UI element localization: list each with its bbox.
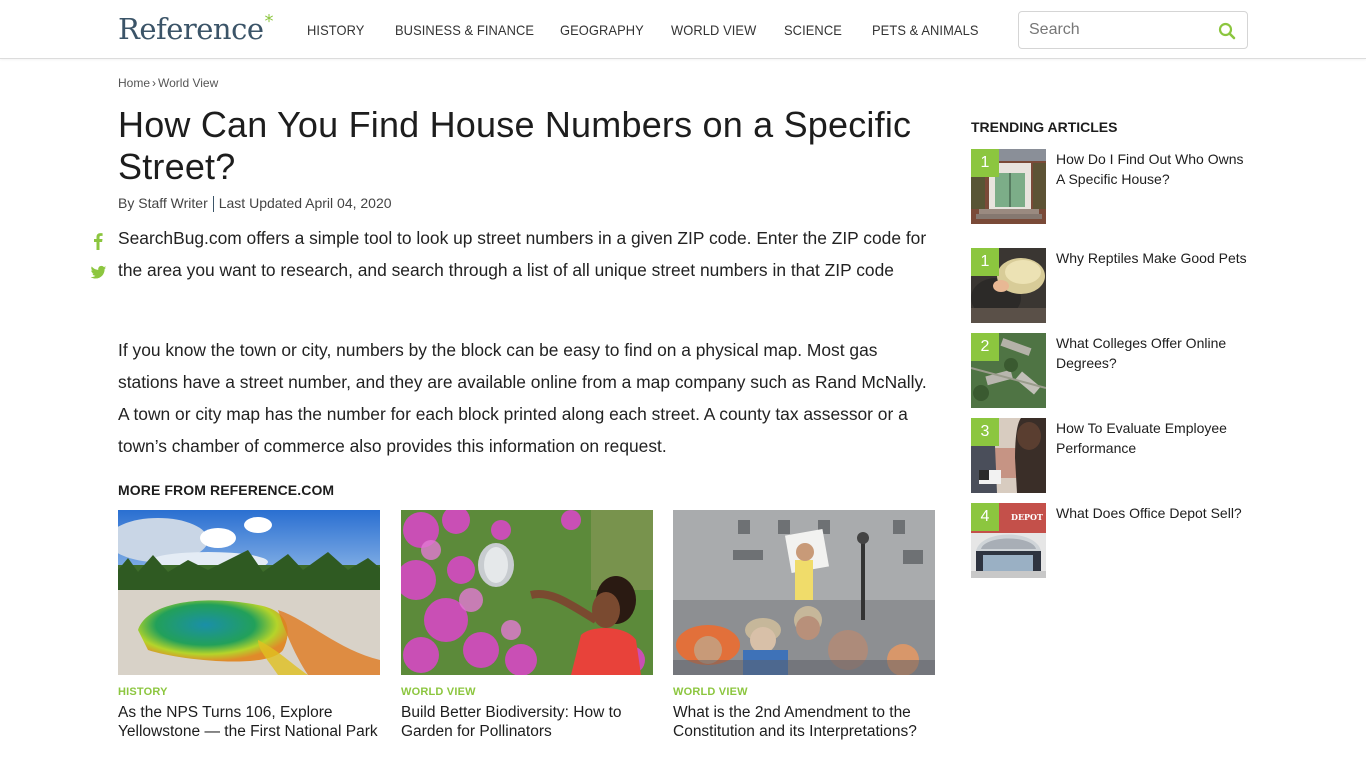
svg-text:DEPOT: DEPOT (1011, 512, 1043, 522)
article-paragraph: If you know the town or city, numbers by… (118, 340, 927, 456)
breadcrumb-home[interactable]: Home (118, 76, 150, 90)
page-title: How Can You Find House Numbers on a Spec… (118, 104, 912, 187)
byline: By Staff Writer Last Updated April 04, 20… (118, 195, 392, 213)
trending-title[interactable]: What Does Office Depot Sell? (1056, 503, 1251, 523)
card-title[interactable]: Build Better Biodiversity: How to Garden… (401, 703, 653, 741)
nav-science[interactable]: SCIENCE (784, 22, 842, 38)
card-category[interactable]: WORLD VIEW (673, 686, 935, 698)
author: By Staff Writer (118, 195, 208, 211)
more-from-heading: MORE FROM REFERENCE.COM (118, 482, 335, 498)
trending-item[interactable]: 1 Why Reptiles Make Good Pets (971, 248, 1251, 324)
nav-geography[interactable]: GEOGRAPHY (560, 22, 644, 38)
card-title[interactable]: What is the 2nd Amendment to the Constit… (673, 703, 935, 741)
card-title[interactable]: As the NPS Turns 106, Explore Yellowston… (118, 703, 380, 741)
trending-title[interactable]: How To Evaluate Employee Performance (1056, 418, 1251, 458)
trending-rank-badge: 3 (971, 418, 999, 446)
logo-text[interactable]: Reference (118, 12, 264, 46)
breadcrumb: Home › World View (118, 76, 218, 90)
byline-divider (212, 196, 214, 213)
logo-star-icon: * (264, 11, 274, 32)
more-card[interactable]: WORLD VIEW What is the 2nd Amendment to … (673, 510, 935, 741)
trending-item[interactable]: 2 What Colleges Offer Online Degrees? (971, 333, 1251, 409)
rally-image[interactable] (673, 510, 935, 675)
more-card[interactable]: HISTORY As the NPS Turns 106, Explore Ye… (118, 510, 380, 741)
trending-heading: TRENDING ARTICLES (971, 119, 1118, 135)
trending-rank-badge: 2 (971, 333, 999, 361)
breadcrumb-separator: › (152, 76, 157, 90)
facebook-icon[interactable] (90, 231, 106, 251)
trending-rank-badge: 4 (971, 503, 999, 531)
card-category[interactable]: HISTORY (118, 686, 380, 698)
nav-business-finance[interactable]: BUSINESS & FINANCE (395, 22, 534, 38)
nav-pets-animals[interactable]: PETS & ANIMALS (872, 22, 979, 38)
search-input[interactable] (1029, 20, 1209, 40)
more-card[interactable]: WORLD VIEW Build Better Biodiversity: Ho… (401, 510, 653, 741)
trending-title[interactable]: How Do I Find Out Who Owns A Specific Ho… (1056, 149, 1251, 189)
garden-image[interactable] (401, 510, 653, 675)
article-paragraph: SearchBug.com offers a simple tool to lo… (118, 228, 927, 280)
trending-item[interactable]: 3 How To Evaluate Employee Performance (971, 418, 1251, 494)
nav-history[interactable]: HISTORY (307, 22, 364, 38)
breadcrumb-world-view[interactable]: World View (158, 76, 218, 90)
twitter-icon[interactable] (90, 265, 107, 281)
trending-item[interactable]: DEPOT 4 What Does Office Depot Sell? (971, 503, 1251, 579)
trending-title[interactable]: Why Reptiles Make Good Pets (1056, 248, 1251, 268)
site-logo[interactable]: Reference* (118, 11, 274, 46)
nav-world-view[interactable]: WORLD VIEW (671, 22, 756, 38)
last-updated: Last Updated April 04, 2020 (218, 195, 392, 211)
trending-rank-badge: 1 (971, 248, 999, 276)
trending-rank-badge: 1 (971, 149, 999, 177)
search-icon[interactable] (1217, 21, 1237, 41)
site-header: Reference* HISTORY BUSINESS & FINANCE GE… (0, 0, 1366, 59)
trending-title[interactable]: What Colleges Offer Online Degrees? (1056, 333, 1251, 373)
yellowstone-image[interactable] (118, 510, 380, 675)
card-category[interactable]: WORLD VIEW (401, 686, 653, 698)
trending-item[interactable]: 1 How Do I Find Out Who Owns A Specific … (971, 149, 1251, 225)
search-box (1018, 11, 1248, 49)
